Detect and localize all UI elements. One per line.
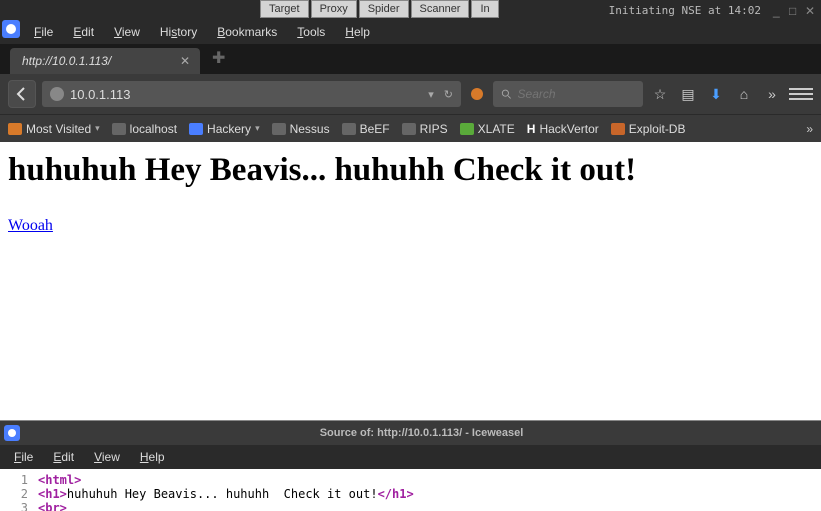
close-icon[interactable]: ✕ [805,6,815,16]
url-text: 10.0.1.113 [70,87,418,102]
bg-tab: Scanner [411,0,470,18]
view-source-titlebar[interactable]: Source of: http://10.0.1.113/ - Icewease… [0,421,821,445]
bookmark-nessus[interactable]: Nessus [272,122,330,136]
page-icon [112,123,126,135]
menu-tools[interactable]: Tools [287,22,335,42]
bookmarks-toolbar: Most Visited▾ localhost Hackery▾ Nessus … [0,114,821,142]
page-icon [272,123,286,135]
menu-bookmarks[interactable]: Bookmarks [207,22,287,42]
back-button[interactable] [8,80,36,108]
source-line: 1<html> [0,473,821,487]
page-icon [611,123,625,135]
bg-tab: In [471,0,498,18]
browser-navbar: 10.0.1.113 ▾ ↻ ☆ ▤ ⬇ ⌂ » [0,74,821,114]
src-menu-edit[interactable]: Edit [43,448,84,466]
bookmark-xlate[interactable]: XLATE [460,122,515,136]
globe-icon [50,87,64,101]
background-window-controls: _ □ ✕ [773,6,815,16]
background-terminal-text: Initiating NSE at 14:02 [609,4,761,17]
dropdown-icon[interactable]: ▾ [428,88,434,101]
src-menu-help[interactable]: Help [130,448,175,466]
chevron-down-icon: ▾ [95,123,100,134]
bg-tab: Spider [359,0,409,18]
menu-help[interactable]: Help [335,22,380,42]
hamburger-menu-icon[interactable] [789,84,813,104]
line-number: 1 [0,473,38,487]
source-code: <html> [38,473,81,487]
bookmark-rips[interactable]: RIPS [402,122,448,136]
menu-file[interactable]: File [24,22,63,42]
chevron-down-icon: ▾ [255,123,260,134]
overflow-icon[interactable]: » [761,86,783,102]
src-menu-view[interactable]: View [84,448,130,466]
source-line: 3<br> [0,501,821,511]
page-link-wooah[interactable]: Wooah [8,217,53,234]
tab-close-icon[interactable]: ✕ [180,54,190,68]
search-input[interactable] [518,87,635,101]
menu-view[interactable]: View [104,22,150,42]
browser-menubar: File Edit View History Bookmarks Tools H… [0,20,821,44]
line-number: 2 [0,487,38,501]
bookmark-star-icon[interactable]: ☆ [649,86,671,103]
view-source-menubar: File Edit View Help [0,445,821,469]
menu-edit[interactable]: Edit [63,22,104,42]
view-source-title: Source of: http://10.0.1.113/ - Icewease… [26,427,817,439]
background-app-tabs: Target Proxy Spider Scanner In [260,0,499,18]
bookmark-hackvertor[interactable]: HHackVertor [527,122,599,136]
line-number: 3 [0,501,38,511]
bookmark-beef[interactable]: BeEF [342,122,390,136]
folder-icon [8,123,22,135]
bookmark-most-visited[interactable]: Most Visited▾ [8,122,100,136]
tab-title: http://10.0.1.113/ [22,54,111,68]
view-source-window: Source of: http://10.0.1.113/ - Icewease… [0,420,821,511]
page-viewport: huhuhuh Hey Beavis... huhuhh Check it ou… [0,142,821,278]
download-icon[interactable]: ⬇ [705,86,727,103]
reader-icon[interactable]: ▤ [677,86,699,103]
bookmarks-overflow-icon[interactable]: » [806,122,813,136]
view-source-body[interactable]: 1<html>2<h1>huhuhuh Hey Beavis... huhuhh… [0,469,821,511]
browser-tab[interactable]: http://10.0.1.113/ ✕ [10,48,200,74]
menu-history[interactable]: History [150,22,207,42]
browser-content: huhuhuh Hey Beavis... huhuhh Check it ou… [0,142,821,511]
app-icon [2,20,20,38]
source-line: 2<h1>huhuhuh Hey Beavis... huhuhh Check … [0,487,821,501]
src-menu-file[interactable]: File [4,448,43,466]
search-bar[interactable] [493,81,643,107]
bookmark-localhost[interactable]: localhost [112,122,177,136]
source-code: <h1>huhuhuh Hey Beavis... huhuhh Check i… [38,487,414,501]
bookmark-exploitdb[interactable]: Exploit-DB [611,122,686,136]
folder-icon [189,123,203,135]
new-tab-button[interactable]: ✚ [212,48,225,74]
bg-tab: Target [260,0,309,18]
page-heading: huhuhuh Hey Beavis... huhuhh Check it ou… [8,152,813,189]
maximize-icon[interactable]: □ [789,6,799,16]
search-icon [501,88,512,100]
url-bar[interactable]: 10.0.1.113 ▾ ↻ [42,81,461,107]
home-icon[interactable]: ⌂ [733,86,755,102]
source-code: <br> [38,501,67,511]
page-icon [402,123,416,135]
minimize-icon[interactable]: _ [773,6,783,16]
app-icon [4,425,20,441]
page-icon [342,123,356,135]
reload-icon[interactable]: ↻ [444,88,453,101]
browser-tabbar: http://10.0.1.113/ ✕ ✚ [0,44,821,74]
h-icon: H [527,122,536,136]
ribbon-icon[interactable] [467,84,487,104]
bg-tab: Proxy [311,0,357,18]
page-icon [460,123,474,135]
bookmark-hackery[interactable]: Hackery▾ [189,122,260,136]
